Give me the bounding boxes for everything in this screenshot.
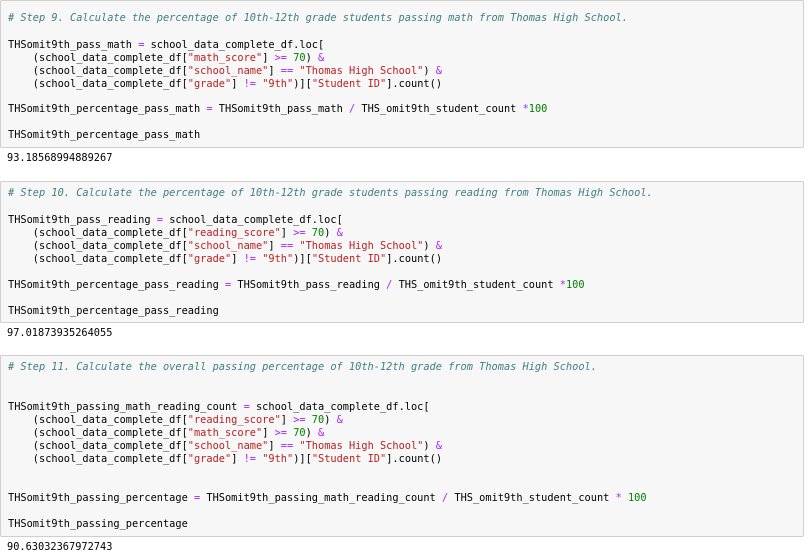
code-cell-step-10[interactable]: # Step 10. Calculate the percentage of 1…: [0, 181, 804, 323]
code-line: THSomit9th_percentage_pass_math = THSomi…: [8, 103, 548, 115]
code-line: THSomit9th_percentage_pass_reading = THS…: [8, 279, 585, 291]
code-line: (school_data_complete_df["grade"] != "9t…: [8, 253, 443, 265]
code-line: THSomit9th_pass_math = school_data_compl…: [8, 39, 325, 51]
code-line: THSomit9th_percentage_pass_reading: [8, 305, 219, 317]
code-line: THSomit9th_pass_reading = school_data_co…: [8, 214, 343, 226]
code-cell-step-11[interactable]: # Step 11. Calculate the overall passing…: [0, 355, 804, 537]
cell-output-step-9: 93.18568994889267: [7, 152, 113, 164]
code-comment: # Step 10. Calculate the percentage of 1…: [8, 187, 653, 199]
code-line: (school_data_complete_df["grade"] != "9t…: [8, 78, 443, 90]
code-line: (school_data_complete_df["school_name"] …: [8, 65, 442, 77]
code-line: (school_data_complete_df["school_name"] …: [8, 240, 442, 252]
code-line: (school_data_complete_df["math_score"] >…: [8, 427, 325, 439]
code-comment: # Step 11. Calculate the overall passing…: [8, 361, 597, 373]
code-cell-step-9[interactable]: # Step 9. Calculate the percentage of 10…: [0, 0, 804, 148]
code-comment: # Step 9. Calculate the percentage of 10…: [8, 12, 628, 24]
code-line: THSomit9th_passing_percentage = THSomit9…: [8, 492, 647, 504]
code-line: (school_data_complete_df["reading_score"…: [8, 414, 343, 426]
cell-output-step-10: 97.01873935264055: [7, 327, 113, 339]
code-line: THSomit9th_passing_percentage: [8, 518, 188, 530]
code-line: (school_data_complete_df["reading_score"…: [8, 227, 343, 239]
code-line: (school_data_complete_df["math_score"] >…: [8, 52, 325, 64]
code-line: (school_data_complete_df["school_name"] …: [8, 440, 442, 452]
cell-output-step-11: 90.63032367972743: [7, 541, 113, 553]
code-line: (school_data_complete_df["grade"] != "9t…: [8, 453, 443, 465]
code-line: THSomit9th_percentage_pass_math: [8, 129, 201, 141]
code-line: THSomit9th_passing_math_reading_count = …: [8, 401, 430, 413]
